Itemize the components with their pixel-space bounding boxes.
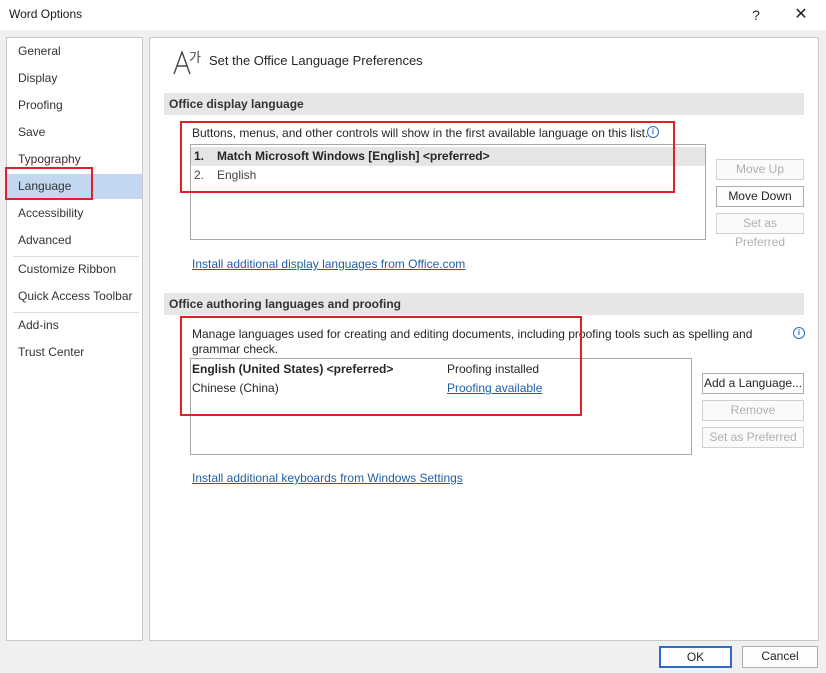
page-title: Set the Office Language Preferences: [209, 53, 423, 68]
authoring-description-line2: grammar check.: [192, 342, 279, 356]
sidebar-item-general[interactable]: General: [7, 39, 142, 64]
list-item-label: Match Microsoft Windows [English] <prefe…: [217, 149, 490, 163]
main-panel: 가 Set the Office Language Preferences Of…: [149, 37, 819, 641]
sidebar-item-accessibility[interactable]: Accessibility: [7, 201, 142, 226]
list-item[interactable]: 1. Match Microsoft Windows [English] <pr…: [191, 147, 705, 166]
list-item-label: English: [217, 168, 257, 182]
proofing-status: Proofing installed: [447, 362, 540, 376]
authoring-description-line1: Manage languages used for creating and e…: [192, 327, 753, 341]
sidebar-nav: General Display Proofing Save Typography…: [6, 37, 143, 641]
info-icon[interactable]: i: [793, 327, 805, 339]
ok-button[interactable]: OK: [659, 646, 732, 668]
list-item-number: 1.: [194, 149, 205, 163]
language-icon: 가: [173, 49, 201, 75]
sidebar-item-trust-center[interactable]: Trust Center: [7, 340, 142, 365]
install-keyboards-link[interactable]: Install additional keyboards from Window…: [192, 471, 463, 485]
list-item[interactable]: English (United States) <preferred> Proo…: [191, 360, 691, 379]
sidebar-item-language[interactable]: Language: [7, 174, 142, 199]
move-down-button[interactable]: Move Down: [716, 186, 804, 207]
set-as-preferred-display-button[interactable]: Set as Preferred: [716, 213, 804, 249]
svg-text:가: 가: [189, 51, 201, 66]
help-button[interactable]: ?: [744, 4, 768, 26]
sidebar-item-quick-access-toolbar[interactable]: Quick Access Toolbar: [7, 284, 142, 309]
list-item[interactable]: Chinese (China) Proofing available: [191, 379, 691, 398]
section-header-authoring-languages: Office authoring languages and proofing: [164, 293, 804, 315]
title-bar: [0, 0, 826, 30]
sidebar-item-typography[interactable]: Typography: [7, 147, 142, 172]
sidebar-item-save[interactable]: Save: [7, 120, 142, 145]
install-display-languages-link[interactable]: Install additional display languages fro…: [192, 257, 465, 271]
move-up-button[interactable]: Move Up: [716, 159, 804, 180]
authoring-language-list[interactable]: English (United States) <preferred> Proo…: [190, 358, 692, 455]
sidebar-item-customize-ribbon[interactable]: Customize Ribbon: [7, 257, 142, 282]
cancel-button[interactable]: Cancel: [742, 646, 818, 668]
language-name: Chinese (China): [192, 381, 279, 395]
close-button[interactable]: ✕: [788, 4, 814, 26]
display-language-list[interactable]: 1. Match Microsoft Windows [English] <pr…: [190, 144, 706, 240]
proofing-available-link[interactable]: Proofing available: [447, 379, 542, 398]
info-icon[interactable]: i: [647, 126, 659, 138]
display-language-description: Buttons, menus, and other controls will …: [192, 126, 649, 140]
language-name: English (United States) <preferred>: [192, 362, 394, 376]
section-header-display-language: Office display language: [164, 93, 804, 115]
list-item-number: 2.: [194, 168, 205, 182]
list-item[interactable]: 2. English: [191, 166, 705, 185]
remove-button[interactable]: Remove: [702, 400, 804, 421]
add-language-button[interactable]: Add a Language...: [702, 373, 804, 394]
sidebar-item-proofing[interactable]: Proofing: [7, 93, 142, 118]
sidebar-item-display[interactable]: Display: [7, 66, 142, 91]
sidebar-item-add-ins[interactable]: Add-ins: [7, 313, 142, 338]
window-title: Word Options: [9, 7, 83, 21]
sidebar-item-advanced[interactable]: Advanced: [7, 228, 142, 253]
set-as-preferred-authoring-button[interactable]: Set as Preferred: [702, 427, 804, 448]
